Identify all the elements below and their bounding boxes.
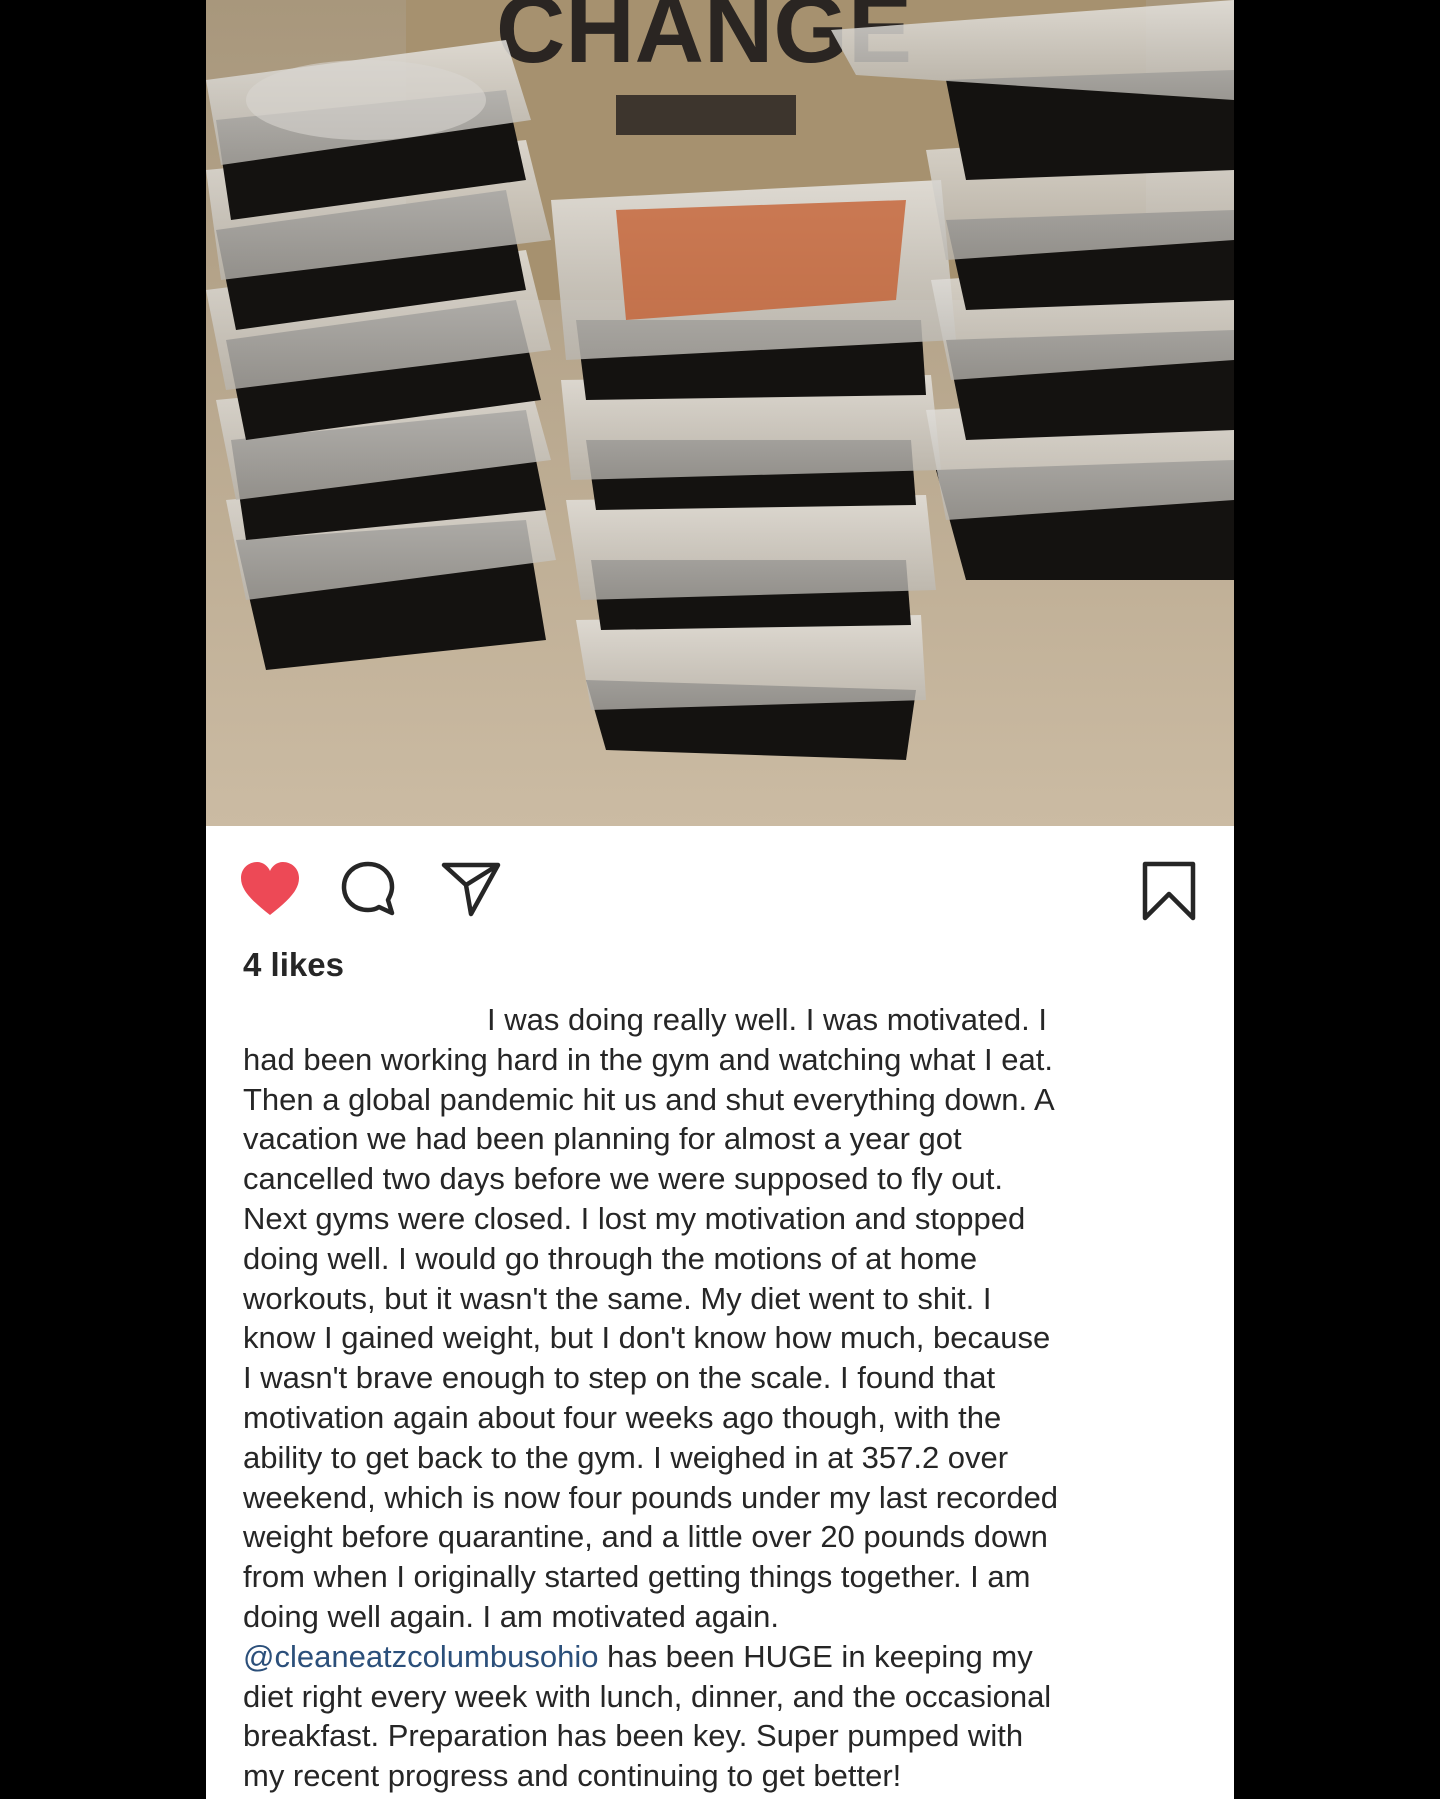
heart-icon[interactable] — [239, 860, 301, 918]
caption-line: vacation we had been planning for almost… — [243, 1121, 962, 1157]
caption-line-mention: @cleaneatzcolumbusohio has been HUGE in … — [243, 1637, 1228, 1677]
container-stack-left — [206, 40, 556, 670]
caption-line: had been working hard in the gym and wat… — [243, 1041, 1053, 1077]
likes-count[interactable]: 4 likes — [243, 946, 344, 984]
caption-line: I wasn't brave enough to step on the sca… — [243, 1360, 996, 1396]
caption-line: ability to get back to the gym. I weighe… — [243, 1439, 1009, 1475]
meal-prep-containers-photo: CHANGE — [206, 0, 1234, 826]
caption-line: cancelled two days before we were suppos… — [243, 1161, 1003, 1197]
caption-line: I was doing really well. I was motivated… — [487, 1002, 1047, 1037]
caption-line: diet right every week with lunch, dinner… — [243, 1678, 1052, 1714]
caption-line: doing well. I would go through the motio… — [243, 1240, 978, 1276]
instagram-post: CHANGE 4 likes I was doing really well. … — [206, 0, 1234, 1799]
caption-line: know I gained weight, but I don't know h… — [243, 1320, 1051, 1356]
caption-line: from when I originally started getting t… — [243, 1559, 1031, 1595]
caption-line: my recent progress and continuing to get… — [243, 1758, 902, 1794]
post-caption: I was doing really well. I was motivated… — [243, 1000, 1228, 1796]
caption-line: Then a global pandemic hit us and shut e… — [243, 1081, 1055, 1117]
bookmark-icon[interactable] — [1141, 860, 1197, 922]
post-action-bar — [206, 826, 1234, 936]
container-stack-middle — [551, 180, 956, 760]
post-photo[interactable]: CHANGE — [206, 0, 1234, 826]
caption-line: breakfast. Preparation has been key. Sup… — [243, 1718, 1024, 1754]
caption-line: weekend, which is now four pounds under … — [243, 1479, 1059, 1515]
caption-line: Next gyms were closed. I lost my motivat… — [243, 1200, 1026, 1236]
comment-icon[interactable] — [339, 860, 397, 918]
mention-link[interactable]: @cleaneatzcolumbusohio — [243, 1639, 598, 1674]
paper-plane-icon[interactable] — [441, 860, 501, 918]
caption-line: motivation again about four weeks ago th… — [243, 1399, 1002, 1435]
caption-mention-rest: has been HUGE in keeping my — [598, 1638, 1033, 1674]
caption-line: doing well again. I am motivated again. — [243, 1598, 779, 1634]
caption-line: workouts, but it wasn't the same. My die… — [243, 1280, 992, 1316]
caption-line: weight before quarantine, and a little o… — [243, 1519, 1048, 1555]
